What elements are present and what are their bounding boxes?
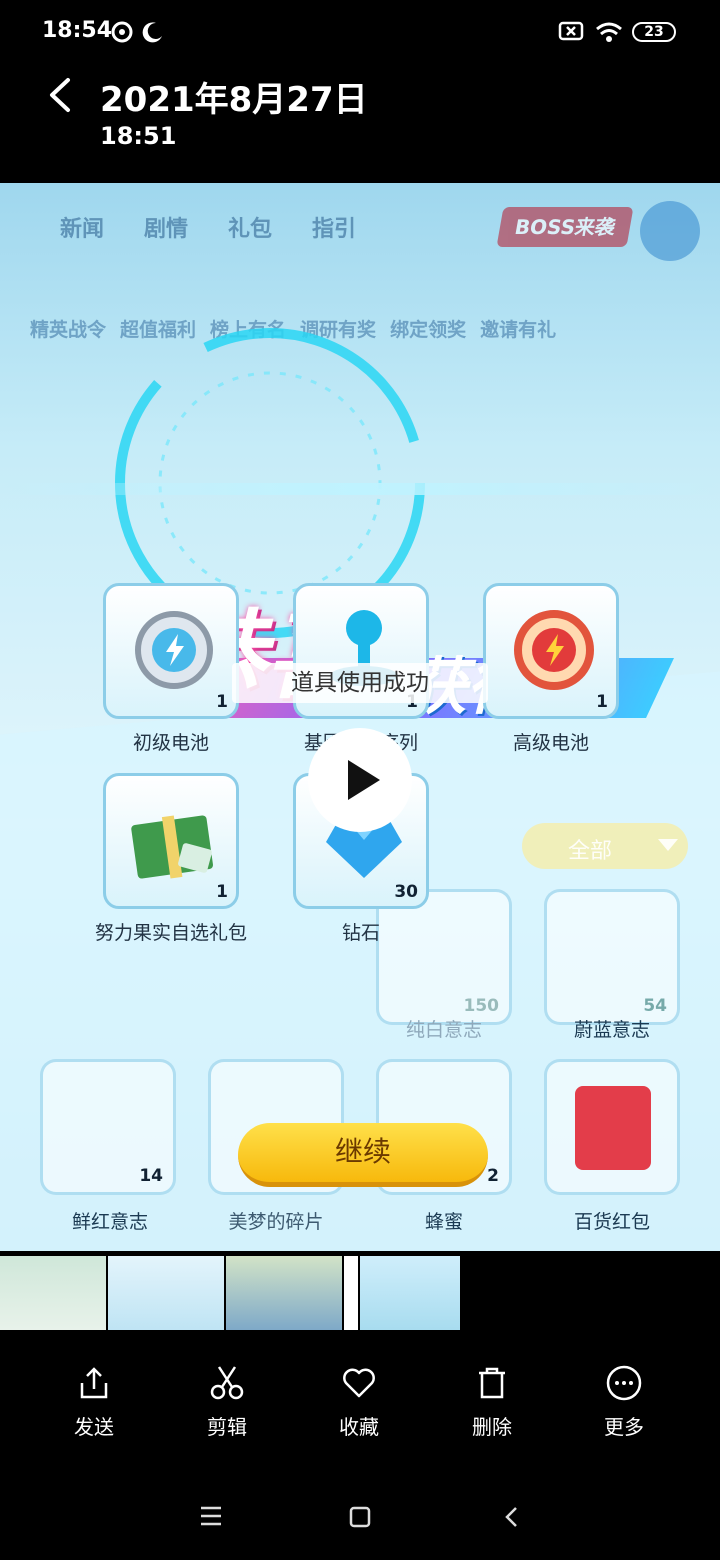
menu-icon[interactable] bbox=[199, 1505, 223, 1527]
battery-red-icon bbox=[514, 610, 594, 690]
bg-item-label: 百货红包 bbox=[573, 1211, 650, 1233]
reward-name: 初级电池 bbox=[132, 732, 209, 754]
bg-item-label: 蜂蜜 bbox=[424, 1211, 463, 1233]
bg-item-label: 蔚蓝意志 bbox=[573, 1019, 650, 1041]
more-icon bbox=[606, 1365, 642, 1401]
home-icon[interactable] bbox=[348, 1505, 372, 1529]
bg-item-label: 纯白意志 bbox=[405, 1019, 482, 1041]
toast-message: 道具使用成功 bbox=[232, 663, 488, 703]
bg-item-card bbox=[544, 1059, 680, 1195]
thumbnail-current-marker bbox=[344, 1256, 358, 1330]
heart-icon bbox=[343, 1368, 375, 1398]
thumbnail[interactable] bbox=[0, 1256, 106, 1330]
video-frame[interactable]: 新闻 剧情 礼包 指引 BOSS来袭 精英战令 超值福利 榜上有名 调研有奖 绑… bbox=[0, 183, 720, 1251]
bg-item-label: 美梦的碎片 bbox=[228, 1211, 324, 1233]
game-nav-story: 剧情 bbox=[144, 217, 189, 242]
red-envelope-icon bbox=[575, 1086, 651, 1170]
more-button[interactable]: 更多 bbox=[574, 1365, 674, 1440]
back-button[interactable] bbox=[40, 70, 84, 120]
status-time: 18:54 bbox=[42, 18, 113, 43]
favorite-button[interactable]: 收藏 bbox=[309, 1365, 409, 1440]
bg-item-card: 150 bbox=[376, 889, 512, 1025]
filter-dropdown[interactable]: 全部 bbox=[522, 823, 688, 869]
photo-time: 18:51 bbox=[100, 122, 177, 150]
boss-banner: BOSS来袭 bbox=[496, 207, 634, 247]
moon-icon bbox=[142, 22, 162, 43]
thumbnail[interactable] bbox=[108, 1256, 224, 1330]
reward-card: 1 bbox=[103, 583, 239, 719]
game-nav-guide: 指引 bbox=[312, 217, 357, 242]
action-label: 删除 bbox=[472, 1415, 512, 1439]
share-button[interactable]: 发送 bbox=[44, 1365, 144, 1440]
bg-item-label: 鲜红意志 bbox=[71, 1211, 148, 1233]
chevron-down-icon bbox=[658, 839, 678, 851]
battery-silver-icon bbox=[135, 611, 213, 689]
reward-name: 钻石 bbox=[341, 922, 380, 944]
reward-card: 1 bbox=[103, 773, 239, 909]
action-label: 收藏 bbox=[339, 1415, 379, 1439]
wifi-icon bbox=[596, 22, 622, 42]
battery-level: 23 bbox=[644, 24, 664, 40]
reward-name: 高级电池 bbox=[512, 732, 589, 754]
thumbnail-strip[interactable] bbox=[0, 1256, 460, 1330]
bg-item-card: 54 bbox=[544, 889, 680, 1025]
game-nav-news: 新闻 bbox=[60, 217, 105, 242]
photo-date: 2021年8月27日 bbox=[100, 80, 368, 120]
play-icon bbox=[348, 760, 380, 800]
thumbnail[interactable] bbox=[226, 1256, 342, 1330]
no-sim-icon bbox=[558, 21, 584, 41]
action-label: 发送 bbox=[74, 1415, 114, 1439]
system-nav-bar bbox=[0, 1472, 720, 1560]
bg-item-card: 14 bbox=[40, 1059, 176, 1195]
game-nav-gift: 礼包 bbox=[228, 217, 273, 242]
delete-button[interactable]: 删除 bbox=[442, 1365, 542, 1440]
filter-label: 全部 bbox=[568, 839, 613, 864]
thumbnail[interactable] bbox=[360, 1256, 460, 1330]
scissors-icon bbox=[210, 1366, 244, 1400]
map-icon bbox=[640, 201, 700, 261]
share-icon bbox=[80, 1367, 108, 1399]
reward-card: 1 bbox=[483, 583, 619, 719]
action-label: 剪辑 bbox=[207, 1415, 247, 1439]
trash-icon bbox=[479, 1367, 505, 1399]
hotspot-icon bbox=[111, 21, 133, 43]
edit-button[interactable]: 剪辑 bbox=[177, 1365, 277, 1440]
gift-box-icon bbox=[131, 815, 214, 879]
action-label: 更多 bbox=[604, 1415, 644, 1439]
game-top-nav: 新闻 剧情 礼包 指引 bbox=[60, 183, 460, 243]
event-label: 精英战令 bbox=[30, 319, 107, 341]
battery-indicator: 23 bbox=[632, 22, 676, 42]
event-label: 邀请有礼 bbox=[480, 319, 557, 341]
nav-back-icon[interactable] bbox=[502, 1505, 522, 1529]
reward-name: 努力果实自选礼包 bbox=[94, 922, 247, 944]
continue-button[interactable]: 继续 bbox=[238, 1123, 488, 1187]
light-streak bbox=[0, 483, 720, 495]
play-button[interactable] bbox=[308, 728, 412, 832]
